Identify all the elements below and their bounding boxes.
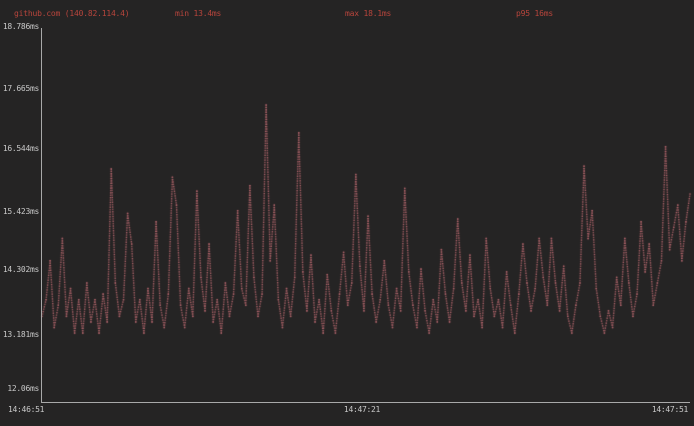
y-tick-label: 17.665ms — [0, 84, 39, 94]
stat-p95: p95 16ms — [516, 9, 553, 19]
gping-terminal: github.com (140.82.114.4) min 13.4ms max… — [0, 0, 694, 426]
x-axis-line — [41, 402, 690, 403]
stat-max: max 18.1ms — [345, 9, 391, 19]
y-tick-label: 15.423ms — [0, 207, 39, 217]
x-tick-label-start: 14:46:51 — [8, 405, 44, 415]
x-tick-label-end: 14:47:51 — [652, 405, 688, 415]
stat-min: min 13.4ms — [175, 9, 221, 19]
y-tick-label: 14.302ms — [0, 265, 39, 275]
host-label: github.com (140.82.114.4) — [14, 9, 129, 19]
y-tick-label: 16.544ms — [0, 144, 39, 154]
latency-graph — [0, 0, 694, 426]
y-tick-label: 18.786ms — [0, 22, 39, 32]
y-tick-label: 13.181ms — [0, 330, 39, 340]
y-tick-label: 12.06ms — [0, 384, 39, 394]
x-tick-label-mid: 14:47:21 — [322, 405, 402, 415]
y-axis-line — [41, 28, 42, 402]
